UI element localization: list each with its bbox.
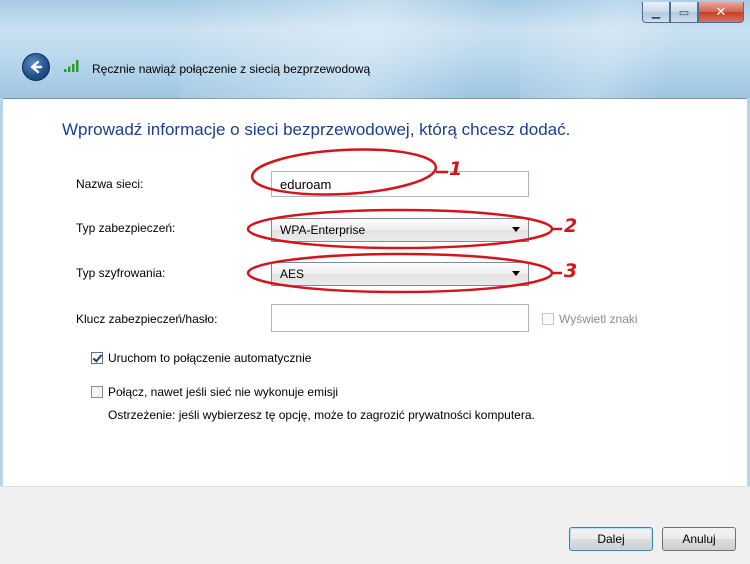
annotation-layer	[246, 148, 562, 294]
next-button[interactable]: Dalej	[569, 527, 653, 551]
cancel-button[interactable]: Anuluj	[662, 527, 736, 551]
annotation-ellipse-1	[250, 148, 438, 196]
annotation-number-2: 2	[564, 215, 578, 237]
annotation-ellipse-3	[246, 252, 554, 294]
annotation-number-3: 3	[564, 260, 578, 282]
dialog-footer: Dalej Anuluj	[0, 486, 750, 564]
annotation-number-1: 1	[449, 158, 463, 180]
annotation-ellipse-2	[246, 208, 554, 250]
